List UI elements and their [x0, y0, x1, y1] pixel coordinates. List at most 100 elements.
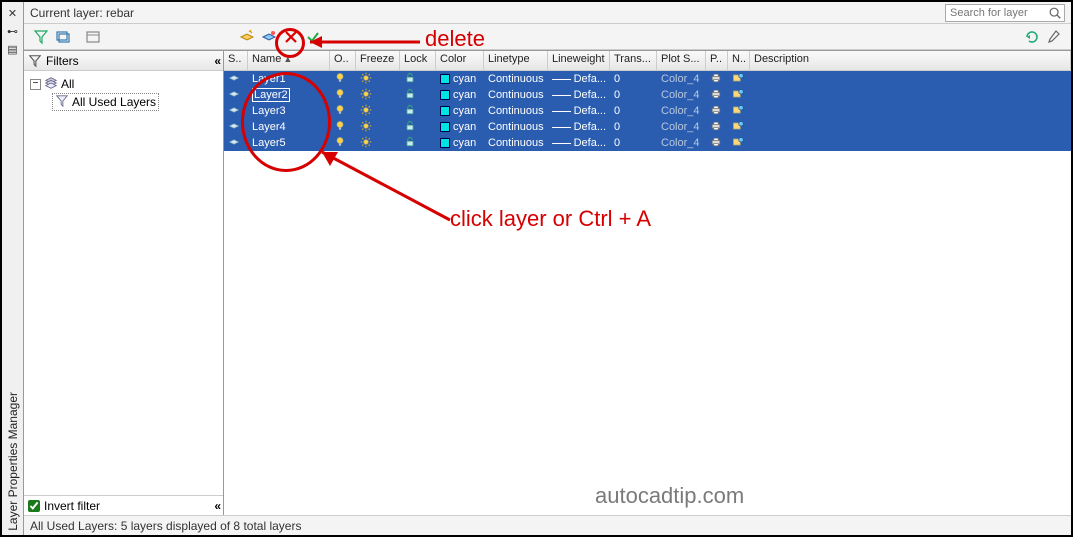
color-cell[interactable]: cyan [436, 87, 484, 103]
trans-cell[interactable]: 0 [610, 119, 657, 135]
linetype-cell[interactable]: Continuous [484, 71, 548, 87]
table-row[interactable]: Layer3 cyanContinuous Defa...0Color_4 [224, 103, 1071, 119]
expand-icon[interactable]: − [30, 79, 41, 90]
desc-cell[interactable] [750, 103, 1071, 119]
search-icon[interactable] [1048, 6, 1062, 20]
refresh-icon[interactable] [1023, 28, 1041, 46]
bulb-icon[interactable] [334, 120, 346, 135]
bulb-icon[interactable] [334, 88, 346, 103]
trans-cell[interactable]: 0 [610, 71, 657, 87]
layer-name-cell[interactable]: Layer2 [248, 87, 330, 103]
col-lineweight[interactable]: Lineweight [548, 51, 610, 70]
linetype-cell[interactable]: Continuous [484, 103, 548, 119]
props-icon[interactable]: ▤ [6, 42, 20, 56]
desc-cell[interactable] [750, 135, 1071, 151]
col-color[interactable]: Color [436, 51, 484, 70]
desc-cell[interactable] [750, 71, 1071, 87]
trans-cell[interactable]: 0 [610, 103, 657, 119]
new-layer-vp-icon[interactable] [260, 28, 278, 46]
color-cell[interactable]: cyan [436, 135, 484, 151]
table-body[interactable]: Layer1cyanContinuous Defa...0Color_4Laye… [224, 71, 1071, 515]
linetype-cell[interactable]: Continuous [484, 119, 548, 135]
lineweight-cell[interactable]: Defa... [548, 119, 610, 135]
lock-icon[interactable] [404, 104, 416, 119]
lineweight-cell[interactable]: Defa... [548, 135, 610, 151]
sun-icon[interactable] [360, 104, 372, 119]
lineweight-cell[interactable]: Defa... [548, 71, 610, 87]
delete-layer-icon[interactable] [282, 28, 300, 46]
set-current-icon[interactable] [304, 28, 322, 46]
table-row[interactable]: Layer1 cyanContinuous Defa...0Color_4 [224, 71, 1071, 87]
linetype-cell[interactable]: Continuous [484, 135, 548, 151]
layer-name-cell[interactable]: Layer5 [248, 135, 330, 151]
col-on[interactable]: O.. [330, 51, 356, 70]
settings-icon[interactable] [1045, 28, 1063, 46]
lock-icon[interactable] [404, 88, 416, 103]
printer-icon[interactable] [710, 88, 722, 103]
new-vp-freeze-icon[interactable] [732, 72, 744, 87]
table-row[interactable]: Layer5 cyanContinuous Defa...0Color_4 [224, 135, 1071, 151]
column-headers[interactable]: S.. Name▲ O.. Freeze Lock Color Linetype… [224, 51, 1071, 71]
new-group-filter-icon[interactable] [54, 28, 72, 46]
printer-icon[interactable] [710, 72, 722, 87]
printer-icon[interactable] [710, 120, 722, 135]
lock-icon[interactable] [404, 120, 416, 135]
printer-icon[interactable] [710, 104, 722, 119]
col-name[interactable]: Name▲ [248, 51, 330, 70]
trans-cell[interactable]: 0 [610, 87, 657, 103]
sun-icon[interactable] [360, 72, 372, 87]
col-desc[interactable]: Description [750, 51, 1071, 70]
tree-child[interactable]: All Used Layers [52, 93, 159, 111]
layer-name-cell[interactable]: Layer1 [248, 71, 330, 87]
col-n[interactable]: N.. [728, 51, 750, 70]
col-plots[interactable]: Plot S... [657, 51, 706, 70]
plotstyle-cell[interactable]: Color_4 [657, 87, 706, 103]
desc-cell[interactable] [750, 87, 1071, 103]
col-status[interactable]: S.. [224, 51, 248, 70]
plotstyle-cell[interactable]: Color_4 [657, 103, 706, 119]
tree-root[interactable]: − All [30, 75, 217, 93]
sun-icon[interactable] [360, 136, 372, 151]
col-trans[interactable]: Trans... [610, 51, 657, 70]
sun-icon[interactable] [360, 120, 372, 135]
col-p[interactable]: P.. [706, 51, 728, 70]
table-row[interactable]: Layer2 cyanContinuous Defa...0Color_4 [224, 87, 1071, 103]
color-cell[interactable]: cyan [436, 119, 484, 135]
pin-icon[interactable]: ⊷ [6, 24, 20, 38]
col-lock[interactable]: Lock [400, 51, 436, 70]
invert-filter-checkbox[interactable] [28, 500, 40, 512]
layer-name-cell[interactable]: Layer4 [248, 119, 330, 135]
trans-cell[interactable]: 0 [610, 135, 657, 151]
bulb-icon[interactable] [334, 136, 346, 151]
plotstyle-cell[interactable]: Color_4 [657, 71, 706, 87]
sun-icon[interactable] [360, 88, 372, 103]
table-row[interactable]: Layer4 cyanContinuous Defa...0Color_4 [224, 119, 1071, 135]
new-vp-freeze-icon[interactable] [732, 88, 744, 103]
lock-icon[interactable] [404, 72, 416, 87]
close-icon[interactable]: ✕ [6, 6, 20, 20]
new-vp-freeze-icon[interactable] [732, 136, 744, 151]
new-vp-freeze-icon[interactable] [732, 120, 744, 135]
lineweight-cell[interactable]: Defa... [548, 103, 610, 119]
search-input[interactable] [945, 4, 1065, 22]
new-prop-filter-icon[interactable] [32, 28, 50, 46]
desc-cell[interactable] [750, 119, 1071, 135]
layer-name-cell[interactable]: Layer3 [248, 103, 330, 119]
bulb-icon[interactable] [334, 72, 346, 87]
collapse-filters-icon-2[interactable]: « [214, 499, 219, 513]
collapse-filters-icon[interactable]: « [214, 54, 219, 68]
plotstyle-cell[interactable]: Color_4 [657, 135, 706, 151]
bulb-icon[interactable] [334, 104, 346, 119]
col-freeze[interactable]: Freeze [356, 51, 400, 70]
printer-icon[interactable] [710, 136, 722, 151]
color-cell[interactable]: cyan [436, 71, 484, 87]
new-layer-icon[interactable] [238, 28, 256, 46]
linetype-cell[interactable]: Continuous [484, 87, 548, 103]
layer-states-icon[interactable] [84, 28, 102, 46]
color-cell[interactable]: cyan [436, 103, 484, 119]
lineweight-cell[interactable]: Defa... [548, 87, 610, 103]
plotstyle-cell[interactable]: Color_4 [657, 119, 706, 135]
new-vp-freeze-icon[interactable] [732, 104, 744, 119]
col-linetype[interactable]: Linetype [484, 51, 548, 70]
lock-icon[interactable] [404, 136, 416, 151]
